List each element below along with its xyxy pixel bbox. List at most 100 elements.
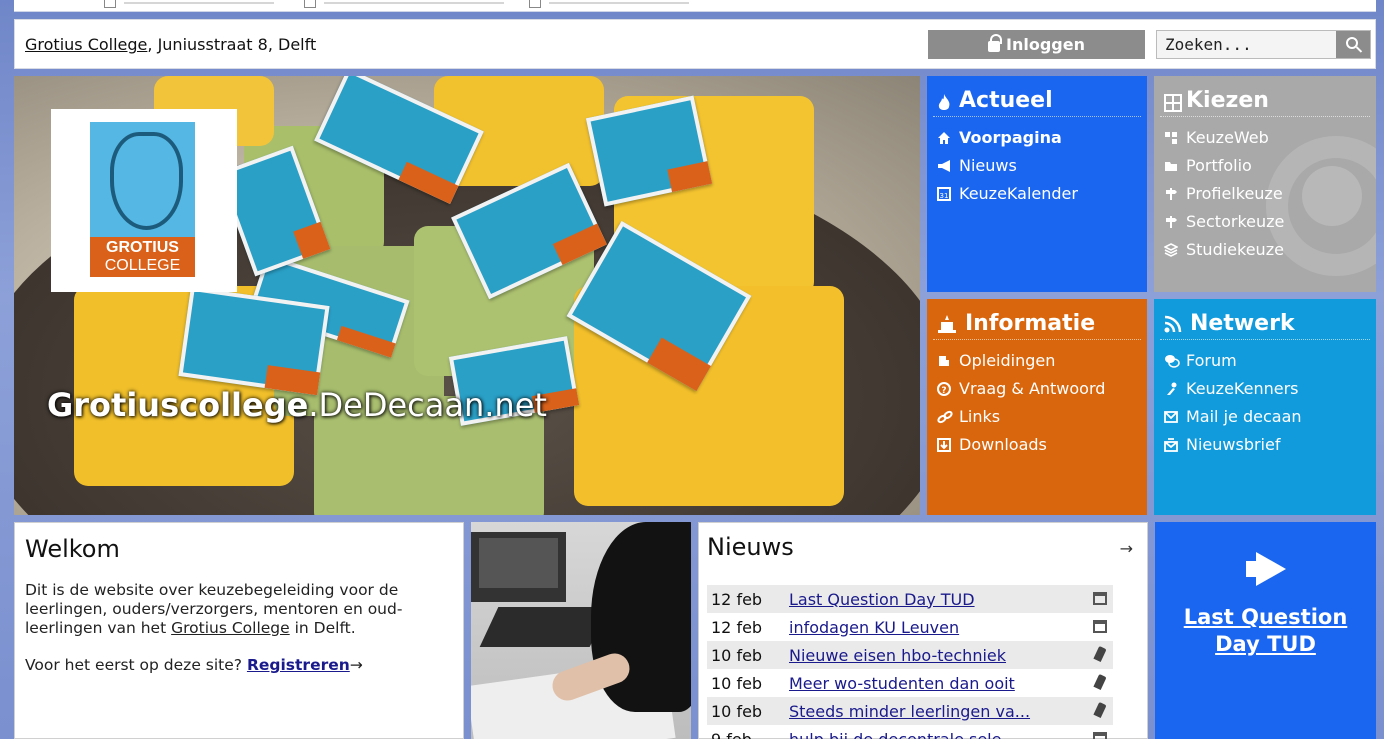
school-logo: GROTIUS COLLEGE <box>51 109 237 292</box>
news-link[interactable]: hulp bij de decentrale sele... <box>789 730 1017 739</box>
menu-link[interactable]: Links <box>959 407 1000 426</box>
menu-link[interactable]: KeuzeKalender <box>959 184 1078 203</box>
menu-item-forum[interactable]: Forum <box>1164 346 1376 374</box>
news-cell: Meer wo-studenten dan ooit <box>789 669 1087 697</box>
welcome-text-part: in Delft. <box>289 619 356 637</box>
tile-title[interactable]: Kiezen <box>1154 76 1376 116</box>
login-button[interactable]: Inloggen <box>928 30 1145 59</box>
hero-image: GROTIUS COLLEGE Grotiuscollege.DeDecaan.n… <box>14 76 920 515</box>
brand-rest: .DeDecaan.net <box>308 386 547 424</box>
signpost-icon <box>1164 186 1178 200</box>
tile-informatie: Informatie Opleidingen ? Vraag & Antwoord… <box>927 299 1147 515</box>
menu-link[interactable]: Nieuwsbrief <box>1186 435 1280 454</box>
school-address: Grotius College, Juniusstraat 8, Delft <box>25 35 316 54</box>
arrow-right-icon[interactable]: → <box>1120 539 1133 558</box>
rss-icon <box>1164 314 1182 333</box>
news-title: Nieuws <box>707 533 794 561</box>
pin-icon <box>1093 701 1107 718</box>
megaphone-icon <box>937 158 951 172</box>
newspaper-icon <box>1093 591 1107 605</box>
lock-icon <box>988 34 1003 52</box>
menu-item-keuzekenners[interactable]: KeuzeKenners <box>1164 374 1376 402</box>
menu-link[interactable]: Downloads <box>959 435 1047 454</box>
menu-item-vraag-antwoord[interactable]: ? Vraag & Antwoord <box>937 374 1147 402</box>
tile-kiezen: Kiezen KeuzeWeb Portfolio Profielkeuze S… <box>1154 76 1376 292</box>
menu-item-links[interactable]: Links <box>937 402 1147 430</box>
promo-link[interactable]: Last Question Day TUD <box>1155 604 1376 658</box>
menu-link[interactable]: Voorpagina <box>959 128 1062 147</box>
signpost-icon <box>1164 214 1178 228</box>
menu-link[interactable]: Vraag & Antwoord <box>959 379 1105 398</box>
menu-item-mail-je-decaan[interactable]: Mail je decaan <box>1164 402 1376 430</box>
person-icon <box>1164 381 1178 395</box>
news-link[interactable]: infodagen KU Leuven <box>789 618 959 637</box>
table-row: 10 feb Nieuwe eisen hbo-techniek <box>707 641 1113 669</box>
menu-link[interactable]: Opleidingen <box>959 351 1055 370</box>
tile-title[interactable]: Informatie <box>927 299 1147 339</box>
checkbox[interactable] <box>304 0 316 8</box>
news-link[interactable]: Nieuwe eisen hbo-techniek <box>789 646 1006 665</box>
menu-item-nieuws[interactable]: Nieuws <box>937 151 1147 179</box>
tile-title[interactable]: Actueel <box>927 76 1147 116</box>
arrow-right-icon: → <box>349 656 363 674</box>
option-label-placeholder <box>549 2 689 4</box>
menu-item-voorpagina[interactable]: Voorpagina <box>937 123 1147 151</box>
school-link[interactable]: Grotius College <box>171 619 290 637</box>
home-icon <box>937 130 951 144</box>
table-row: 9 feb hulp bij de decentrale sele... <box>707 725 1113 739</box>
table-row: 12 feb Last Question Day TUD <box>707 585 1113 613</box>
checkbox[interactable] <box>529 0 541 8</box>
news-link[interactable]: Meer wo-studenten dan ooit <box>789 674 1015 693</box>
pin-icon <box>1093 673 1107 690</box>
search-button[interactable] <box>1336 31 1370 58</box>
news-cell: Last Question Day TUD <box>789 585 1087 613</box>
school-link[interactable]: Grotius College <box>25 35 147 54</box>
fire-icon <box>937 93 951 110</box>
option-label-placeholder <box>324 2 504 4</box>
option-label-placeholder <box>124 2 274 4</box>
register-line: Voor het eerst op deze site? Registreren… <box>25 656 453 675</box>
menu-item-downloads[interactable]: Downloads <box>937 430 1147 458</box>
menu-item-keuzekalender[interactable]: 31 KeuzeKalender <box>937 179 1147 207</box>
tile-title-text: Netwerk <box>1190 310 1295 336</box>
welcome-text: Dit is de website over keuzebegeleiding … <box>25 581 453 638</box>
register-link[interactable]: Registreren <box>247 656 350 674</box>
top-options-strip <box>14 0 1376 12</box>
portrait-image <box>90 122 195 237</box>
search-box <box>1156 30 1371 59</box>
svg-text:?: ? <box>941 386 946 396</box>
menu-item-opleidingen[interactable]: Opleidingen <box>937 346 1147 374</box>
newsletter-icon <box>1164 437 1178 452</box>
layers-icon <box>1163 242 1179 257</box>
tile-title-text: Actueel <box>959 87 1053 113</box>
search-input[interactable] <box>1157 31 1337 58</box>
site-brand: Grotiuscollege.DeDecaan.net <box>47 386 547 424</box>
download-icon <box>937 437 951 452</box>
menu-item-nieuwsbrief[interactable]: Nieuwsbrief <box>1164 430 1376 458</box>
news-date: 12 feb <box>707 585 789 613</box>
first-time-text: Voor het eerst op deze site? <box>25 656 247 674</box>
news-date: 12 feb <box>711 617 763 637</box>
monitor-image <box>471 532 566 602</box>
tile-title[interactable]: Netwerk <box>1154 299 1376 339</box>
menu-link[interactable]: Studiekeuze <box>1186 240 1284 259</box>
menu-link[interactable]: KeuzeWeb <box>1186 128 1269 147</box>
question-icon: ? <box>937 381 951 396</box>
news-link[interactable]: Steeds minder leerlingen va... <box>789 702 1030 721</box>
promo-panel: Last Question Day TUD <box>1155 522 1376 739</box>
student-photo <box>471 522 691 739</box>
address-text: , Juniusstraat 8, Delft <box>147 35 317 54</box>
brand-bold: Grotiuscollege <box>47 386 309 424</box>
menu-link[interactable]: Portfolio <box>1186 156 1252 175</box>
menu-link[interactable]: Nieuws <box>959 156 1017 175</box>
news-type <box>1087 697 1113 725</box>
news-type <box>1087 641 1113 669</box>
news-link[interactable]: Last Question Day TUD <box>789 590 975 609</box>
menu-link[interactable]: KeuzeKenners <box>1186 379 1299 398</box>
menu-link[interactable]: Mail je decaan <box>1186 407 1302 426</box>
header-bar: Grotius College, Juniusstraat 8, Delft I… <box>14 19 1376 69</box>
welcome-title: Welkom <box>25 535 120 563</box>
checkbox[interactable] <box>104 0 116 8</box>
news-cell: infodagen KU Leuven <box>789 613 1087 641</box>
menu-link[interactable]: Forum <box>1186 351 1237 370</box>
